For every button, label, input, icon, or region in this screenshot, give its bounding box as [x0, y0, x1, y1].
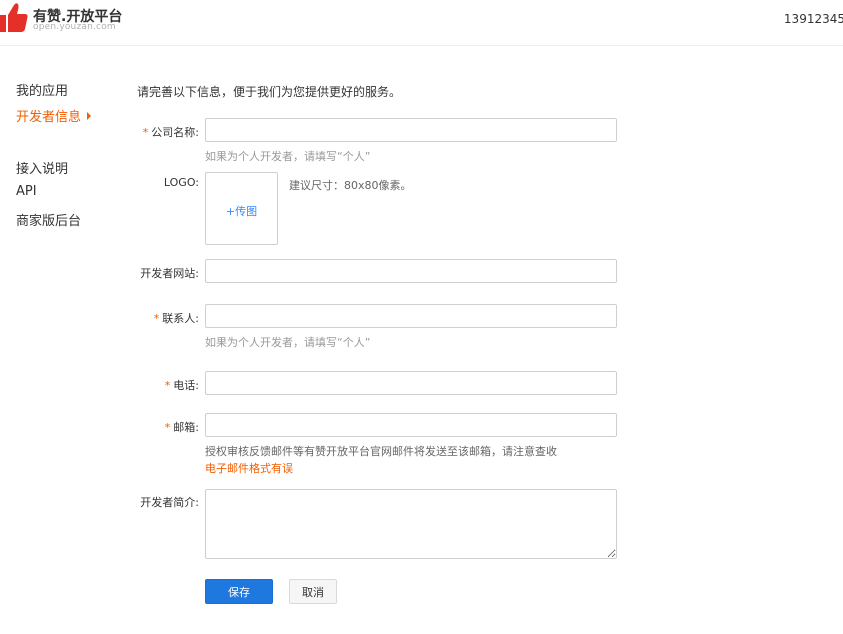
developer-intro-label: 开发者简介:	[140, 496, 199, 509]
thumbs-up-icon[interactable]	[0, 2, 28, 32]
sidebar-item-label: 接入说明	[16, 162, 69, 177]
save-button[interactable]: 保存	[205, 579, 273, 604]
company-name-input[interactable]	[205, 118, 617, 142]
sidebar-item-developer-info[interactable]: 开发者信息	[16, 106, 92, 125]
phone-label-text: 电话:	[173, 379, 199, 392]
top-header: 有赞.开放平台 open.youzan.com 13912345	[0, 0, 843, 46]
contact-hint: 如果为个人开发者，请填写“个人”	[205, 336, 371, 349]
sidebar-item-label: 开发者信息	[16, 110, 82, 125]
sidebar-item-label: 商家版后台	[16, 214, 82, 229]
form-intro: 请完善以下信息，便于我们为您提供更好的服务。	[137, 85, 402, 99]
sidebar-item-merchant-backend[interactable]: 商家版后台	[16, 210, 81, 229]
email-hint: 授权审核反馈邮件等有赞开放平台官网邮件将发送至该邮箱，请注意查收	[205, 445, 557, 458]
logo-label: LOGO:	[163, 176, 199, 189]
sidebar-item-access-guide[interactable]: 接入说明	[16, 158, 68, 177]
sidebar-item-my-apps[interactable]: 我的应用	[16, 80, 68, 99]
email-label-text: 邮箱:	[173, 421, 199, 434]
phone-input[interactable]	[205, 371, 617, 395]
developer-intro-textarea[interactable]	[205, 489, 617, 559]
user-account[interactable]: 13912345	[784, 12, 843, 26]
required-mark: *	[164, 421, 171, 434]
caret-right-icon	[87, 112, 92, 120]
logo-size-hint: 建议尺寸：80x80像素。	[289, 179, 412, 192]
contact-label: * 联系人:	[137, 310, 199, 326]
logo-upload-button[interactable]: +传图	[205, 172, 278, 245]
required-mark: *	[142, 126, 149, 139]
brand-subtitle: open.youzan.com	[33, 22, 116, 32]
contact-input[interactable]	[205, 304, 617, 328]
email-label: * 邮箱:	[137, 419, 199, 435]
website-label: 开发者网站:	[140, 267, 199, 280]
contact-label-text: 联系人:	[162, 312, 199, 325]
email-input[interactable]	[205, 413, 617, 437]
company-name-label: * 公司名称:	[137, 124, 199, 140]
required-mark: *	[164, 379, 171, 392]
email-error-message: 电子邮件格式有误	[205, 462, 293, 475]
sidebar-item-label: 我的应用	[16, 84, 69, 99]
required-mark: *	[153, 312, 160, 325]
website-input[interactable]	[205, 259, 617, 283]
company-name-label-text: 公司名称:	[151, 126, 199, 139]
sidebar-item-api[interactable]: API	[16, 184, 37, 199]
phone-label: * 电话:	[137, 377, 199, 393]
company-name-hint: 如果为个人开发者，请填写“个人”	[205, 150, 371, 163]
sidebar-item-label: API	[16, 184, 37, 199]
upload-label: +传图	[225, 205, 258, 218]
cancel-button[interactable]: 取消	[289, 579, 337, 604]
